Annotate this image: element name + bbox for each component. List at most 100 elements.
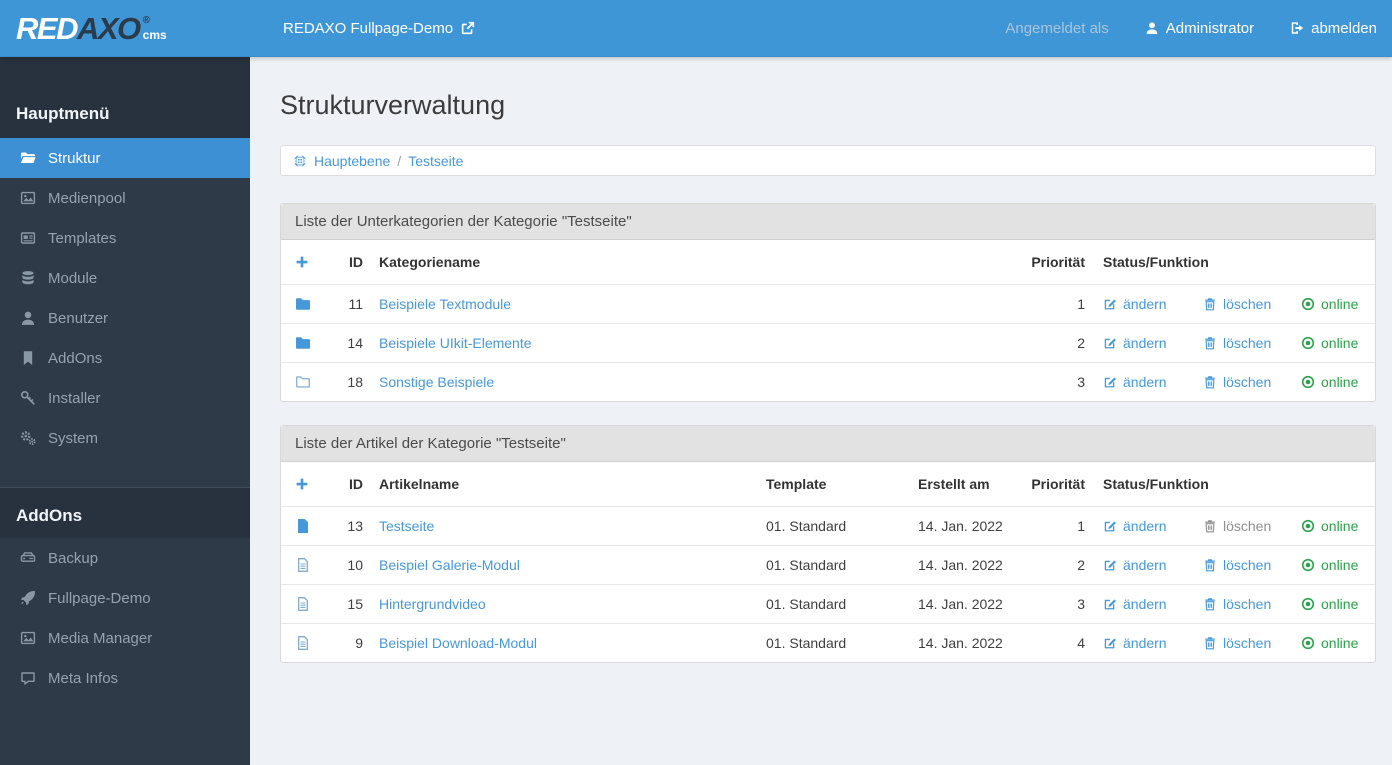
sidebar-item-benutzer[interactable]: Benutzer	[0, 298, 250, 338]
rocket-icon	[20, 590, 36, 606]
dot-circle-icon	[1301, 519, 1315, 533]
database-icon	[20, 270, 36, 286]
edit-icon	[1103, 558, 1117, 572]
online-status-toggle[interactable]: online	[1301, 557, 1359, 573]
article-link[interactable]: Testseite	[379, 518, 434, 534]
delete-button[interactable]: löschen	[1203, 335, 1301, 351]
categories-panel-title: Liste der Unterkategorien der Kategorie …	[281, 204, 1375, 240]
file-outline-icon	[295, 557, 311, 573]
table-row: 14 Beispiele UIkit-Elemente 2 ändern lös…	[281, 323, 1375, 362]
comment-icon	[20, 670, 36, 686]
logo-text-axo: AXO	[76, 10, 141, 46]
delete-button-disabled: löschen	[1203, 518, 1301, 534]
plus-icon	[295, 477, 309, 491]
breadcrumb-current-link[interactable]: Testseite	[408, 153, 463, 169]
article-link[interactable]: Hintergrundvideo	[379, 596, 486, 612]
logo-cms-label: cms	[142, 27, 167, 42]
categories-table-header: ID Kategoriename Priorität Status/Funkti…	[281, 240, 1375, 284]
breadcrumb-root-link[interactable]: Hauptebene	[314, 153, 390, 169]
edit-button[interactable]: ändern	[1103, 596, 1203, 612]
sidebar-section-addons: AddOns	[16, 506, 83, 525]
edit-button[interactable]: ändern	[1103, 557, 1203, 573]
edit-button[interactable]: ändern	[1103, 635, 1203, 651]
article-link[interactable]: Beispiel Download-Modul	[379, 635, 537, 651]
delete-button[interactable]: löschen	[1203, 635, 1301, 651]
online-status-toggle[interactable]: online	[1301, 335, 1359, 351]
sidebar-item-struktur[interactable]: Struktur	[0, 138, 250, 178]
trash-icon	[1203, 558, 1217, 572]
category-link[interactable]: Beispiele UIkit-Elemente	[379, 335, 532, 351]
sidebar-section-hauptmenu: Hauptmenü	[16, 104, 110, 123]
article-link[interactable]: Beispiel Galerie-Modul	[379, 557, 520, 573]
trash-icon	[1203, 336, 1217, 350]
sidebar-item-fullpage-demo[interactable]: Fullpage-Demo	[0, 578, 250, 618]
main-content: Strukturverwaltung Hauptebene / Testseit…	[250, 57, 1392, 765]
top-bar: REDAXO ® cms REDAXO Fullpage-Demo Angeme…	[0, 0, 1392, 57]
online-status-toggle[interactable]: online	[1301, 635, 1359, 651]
delete-button[interactable]: löschen	[1203, 296, 1301, 312]
hdd-icon	[20, 550, 36, 566]
external-link-icon	[461, 21, 475, 35]
trash-icon	[1203, 597, 1217, 611]
edit-button[interactable]: ändern	[1103, 296, 1203, 312]
table-row: 9 Beispiel Download-Modul 01. Standard 1…	[281, 623, 1375, 662]
category-link[interactable]: Beispiele Textmodule	[379, 296, 511, 312]
file-outline-icon	[295, 596, 311, 612]
image-icon	[20, 630, 36, 646]
category-link[interactable]: Sonstige Beispiele	[379, 374, 494, 390]
sidebar-item-module[interactable]: Module	[0, 258, 250, 298]
trash-icon	[1203, 519, 1217, 533]
redaxo-logo[interactable]: REDAXO ® cms	[0, 13, 250, 44]
sidebar-item-medienpool[interactable]: Medienpool	[0, 178, 250, 218]
edit-icon	[1103, 636, 1117, 650]
sidebar-item-media-manager[interactable]: Media Manager	[0, 618, 250, 658]
edit-button[interactable]: ändern	[1103, 518, 1203, 534]
logout-button[interactable]: abmelden	[1290, 20, 1377, 37]
logout-label: abmelden	[1311, 19, 1377, 37]
table-row: 18 Sonstige Beispiele 3 ändern löschen o…	[281, 362, 1375, 401]
edit-icon	[1103, 519, 1117, 533]
online-status-toggle[interactable]: online	[1301, 374, 1359, 390]
table-row: 13 Testseite 01. Standard 14. Jan. 2022 …	[281, 506, 1375, 545]
articles-panel-title: Liste der Artikel der Kategorie "Testsei…	[281, 426, 1375, 462]
folder-outline-icon	[295, 374, 311, 390]
sidebar-item-templates[interactable]: Templates	[0, 218, 250, 258]
user-name: Administrator	[1165, 19, 1255, 37]
newspaper-icon	[20, 230, 36, 246]
online-status-toggle[interactable]: online	[1301, 518, 1359, 534]
sidebar-item-meta-infos[interactable]: Meta Infos	[0, 658, 250, 698]
online-status-toggle[interactable]: online	[1301, 296, 1359, 312]
user-icon	[20, 310, 36, 326]
image-icon	[20, 190, 36, 206]
edit-button[interactable]: ändern	[1103, 335, 1203, 351]
site-link[interactable]: REDAXO Fullpage-Demo	[283, 20, 475, 37]
sidebar-item-backup[interactable]: Backup	[0, 538, 250, 578]
globe-icon	[293, 154, 307, 168]
edit-icon	[1103, 375, 1117, 389]
add-article-button[interactable]	[295, 477, 331, 491]
delete-button[interactable]: löschen	[1203, 374, 1301, 390]
table-row: 10 Beispiel Galerie-Modul 01. Standard 1…	[281, 545, 1375, 584]
trash-icon	[1203, 297, 1217, 311]
dot-circle-icon	[1301, 558, 1315, 572]
user-menu[interactable]: Administrator	[1145, 20, 1254, 37]
delete-button[interactable]: löschen	[1203, 557, 1301, 573]
folder-icon	[295, 296, 311, 312]
sidebar-item-addons[interactable]: AddOns	[0, 338, 250, 378]
articles-table-header: ID Artikelname Template Erstellt am Prio…	[281, 462, 1375, 506]
sidebar: Hauptmenü Struktur Medienpool Templates …	[0, 57, 250, 765]
articles-panel: Liste der Artikel der Kategorie "Testsei…	[280, 425, 1376, 663]
edit-icon	[1103, 597, 1117, 611]
table-row: 15 Hintergrundvideo 01. Standard 14. Jan…	[281, 584, 1375, 623]
folder-open-icon	[20, 150, 36, 166]
online-status-toggle[interactable]: online	[1301, 596, 1359, 612]
edit-button[interactable]: ändern	[1103, 374, 1203, 390]
user-icon	[1145, 21, 1159, 35]
sidebar-item-installer[interactable]: Installer	[0, 378, 250, 418]
sidebar-item-system[interactable]: System	[0, 418, 250, 458]
key-icon	[20, 390, 36, 406]
add-category-button[interactable]	[295, 255, 331, 269]
delete-button[interactable]: löschen	[1203, 596, 1301, 612]
logo-text-red: RED	[16, 10, 78, 46]
breadcrumb: Hauptebene / Testseite	[280, 145, 1376, 176]
